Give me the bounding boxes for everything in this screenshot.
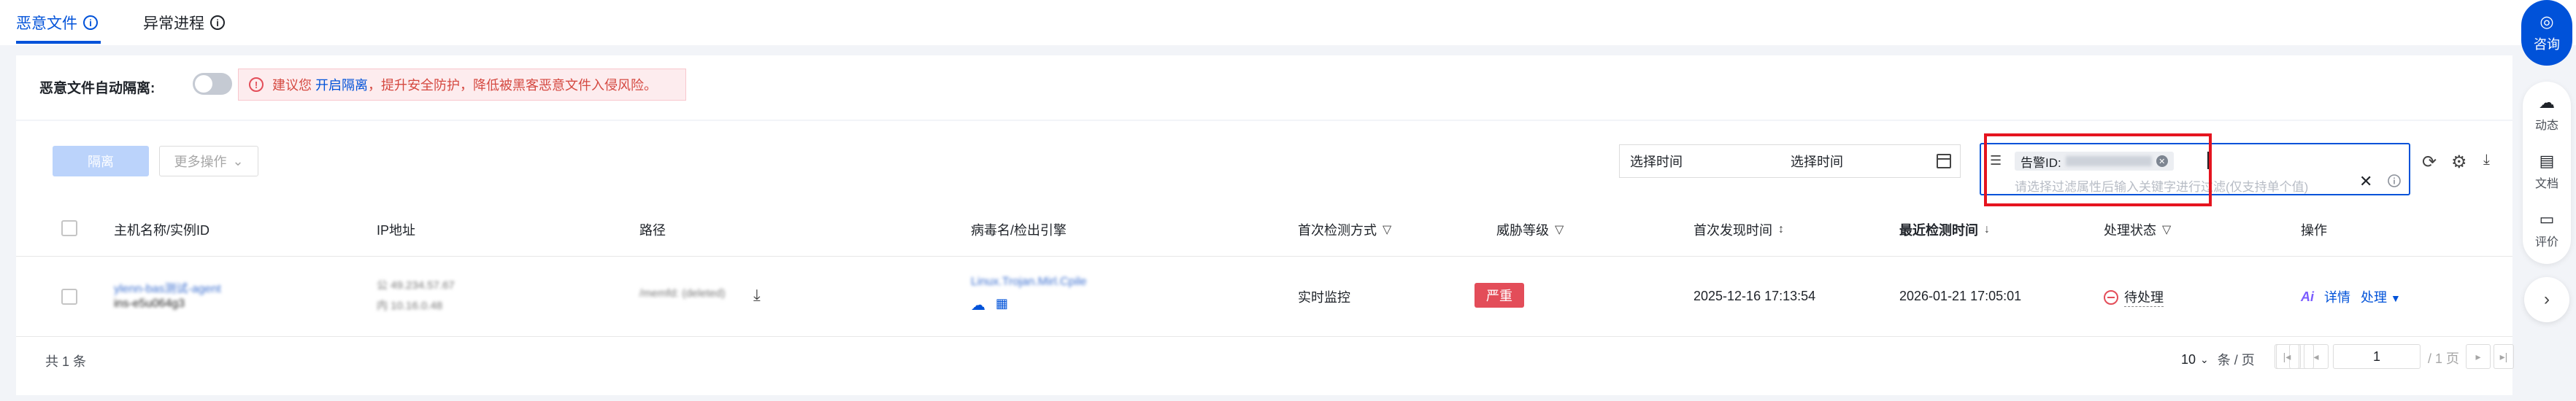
more-actions-label: 更多操作: [174, 155, 227, 169]
filter-icon[interactable]: ▽: [1383, 222, 1391, 237]
side-panel: ☁ 动态 ▤ 文档 ▭ 评价: [2523, 82, 2571, 264]
side-item-docs[interactable]: ▤ 文档: [2523, 152, 2571, 191]
page-size-value: 10: [2181, 351, 2196, 367]
consult-button[interactable]: ◎ 咨询: [2521, 0, 2572, 66]
comment-icon: ▭: [2539, 210, 2555, 228]
side-item-label: 动态: [2534, 120, 2558, 132]
chevron-down-icon: ⌄: [2200, 353, 2209, 365]
refresh-icon[interactable]: ⟳: [2422, 152, 2437, 173]
host-name-link[interactable]: ylenn-bas测试-agent: [114, 279, 221, 296]
row-checkbox[interactable]: [61, 289, 77, 305]
date-range-picker[interactable]: 选择时间 选择时间: [1619, 144, 1961, 178]
page-size-select[interactable]: 10 ⌄ 条 / 页: [2181, 350, 2255, 369]
file-path: /memfd: (deleted): [639, 287, 726, 300]
consult-label: 咨询: [2534, 37, 2560, 52]
alert-icon: !: [249, 77, 264, 92]
col-ip: IP地址: [377, 223, 416, 238]
col-last-detected[interactable]: 最近检测时间 ↓: [1899, 220, 1990, 239]
info-icon[interactable]: [2387, 174, 2402, 188]
cloud-icon: ☁: [2539, 93, 2555, 112]
col-status[interactable]: 处理状态 ▽: [2104, 220, 2171, 239]
instance-id: ins-e5u064g3: [114, 297, 185, 310]
download-icon[interactable]: ⤓: [753, 286, 761, 305]
date-start[interactable]: 选择时间: [1630, 152, 1683, 171]
detect-method: 实时监控: [1298, 290, 1350, 305]
auto-isolation-label: 恶意文件自动隔离:: [39, 81, 155, 96]
first-found-time: 2025-12-16 17:13:54: [1693, 289, 1816, 303]
last-detected-time: 2026-01-21 17:05:01: [1899, 289, 2022, 303]
filter-icon[interactable]: ▽: [1555, 222, 1564, 237]
page-size-unit: 条 / 页: [2217, 353, 2255, 367]
enable-isolation-link[interactable]: 开启隔离: [315, 78, 368, 93]
cloud-icon: ☁: [971, 297, 985, 314]
col-detect-method[interactable]: 首次检测方式 ▽: [1298, 220, 1391, 239]
info-icon[interactable]: i: [83, 15, 98, 30]
col-first-found[interactable]: 首次发现时间 ↕: [1693, 220, 1784, 239]
tab-bar: 恶意文件 i 异常进程 i: [0, 0, 2576, 45]
ip-private: 内 10.16.0.48: [377, 300, 443, 312]
tab-label: 恶意文件: [16, 15, 77, 32]
isolate-button[interactable]: 隔离: [53, 146, 149, 176]
tab-abnormal-process[interactable]: 异常进程 i: [143, 12, 225, 34]
caret-down-icon: ▼: [2391, 292, 2401, 304]
chevron-right-icon[interactable]: ›: [2524, 277, 2569, 322]
side-item-label: 文档: [2534, 178, 2558, 190]
side-item-label: 评价: [2534, 236, 2558, 249]
total-count: 共 1 条: [45, 354, 87, 369]
headset-icon: ◎: [2540, 12, 2554, 31]
row-actions: Ai 详情 处理 ▼: [2301, 287, 2401, 306]
sort-desc-icon[interactable]: ↓: [1984, 223, 1990, 236]
threat-level-badge: 严重: [1475, 283, 1524, 308]
page-number-input[interactable]: 1: [2333, 344, 2421, 369]
ai-assistant-icon[interactable]: Ai: [2301, 289, 2314, 305]
pending-icon: [2104, 289, 2118, 305]
table-header: 主机名称/实例ID IP地址 路径 病毒名/检出引擎 首次检测方式 ▽ 威胁等级 ▽…: [16, 201, 2512, 257]
toggle-knob: [195, 75, 212, 93]
warning-prefix: 建议您: [272, 78, 312, 93]
col-path: 路径: [639, 223, 666, 238]
last-page-button[interactable]: ▸|: [2494, 344, 2514, 369]
filter-icon[interactable]: ▽: [2162, 222, 2171, 237]
tab-label: 异常进程: [143, 15, 204, 32]
detail-link[interactable]: 详情: [2324, 287, 2350, 306]
highlight-frame: [1984, 133, 2212, 206]
status-text[interactable]: 待处理: [2124, 287, 2164, 307]
right-float-bar: ◎ 咨询 ☁ 动态 ▤ 文档 ▭ 评价 ›: [2515, 0, 2576, 401]
status-cell: 待处理: [2104, 287, 2164, 307]
col-threat-level[interactable]: 威胁等级 ▽: [1496, 220, 1564, 239]
prev-page-button[interactable]: ◂: [2304, 344, 2329, 369]
table-row: ylenn-bas测试-agent ins-e5u064g3 公 49.234.…: [16, 257, 2512, 337]
clear-icon[interactable]: ✕: [2359, 172, 2372, 191]
date-end[interactable]: 选择时间: [1791, 152, 1843, 171]
next-page-button[interactable]: ▸: [2466, 344, 2491, 369]
gear-icon[interactable]: ⚙: [2451, 152, 2467, 173]
chevron-down-icon: ⌄: [232, 153, 244, 168]
col-host: 主机名称/实例ID: [114, 223, 210, 238]
ip-public: 公 49.234.57.67: [377, 279, 455, 292]
total-pages-label: / 1 页: [2428, 351, 2460, 366]
book-icon: ▤: [2539, 152, 2555, 170]
side-item-news[interactable]: ☁ 动态: [2523, 93, 2571, 133]
download-icon[interactable]: ⤓: [2483, 152, 2490, 168]
calendar-icon: [1937, 154, 1951, 168]
auto-isolation-bar: 恶意文件自动隔离: ! 建议您 开启隔离，提升安全防护，降低被黑客恶意文件入侵风…: [16, 55, 2512, 120]
auto-isolation-toggle[interactable]: [193, 73, 232, 95]
first-page-button[interactable]: |◂: [2275, 344, 2299, 369]
isolation-warning: ! 建议您 开启隔离，提升安全防护，降低被黑客恶意文件入侵风险。: [238, 69, 686, 101]
info-icon[interactable]: i: [210, 15, 225, 30]
col-actions: 操作: [2301, 223, 2327, 238]
more-actions-dropdown[interactable]: 更多操作 ⌄: [159, 146, 258, 176]
tab-malicious-files[interactable]: 恶意文件 i: [16, 12, 98, 34]
warning-text: 建议您 开启隔离，提升安全防护，降低被黑客恶意文件入侵风险。: [272, 75, 657, 94]
engine-icon: ▦: [996, 296, 1009, 311]
warning-suffix: ，提升安全防护，降低被黑客恶意文件入侵风险。: [368, 78, 658, 93]
sort-icon[interactable]: ↕: [1778, 223, 1784, 236]
col-virus: 病毒名/检出引擎: [971, 223, 1067, 238]
side-item-feedback[interactable]: ▭ 评价: [2523, 210, 2571, 249]
active-tab-indicator: [16, 41, 101, 44]
virus-name-link[interactable]: Linux.Trojan.Mirl.Cpile: [971, 276, 1087, 289]
select-all-checkbox[interactable]: [61, 220, 77, 236]
handle-dropdown[interactable]: 处理 ▼: [2361, 287, 2401, 306]
